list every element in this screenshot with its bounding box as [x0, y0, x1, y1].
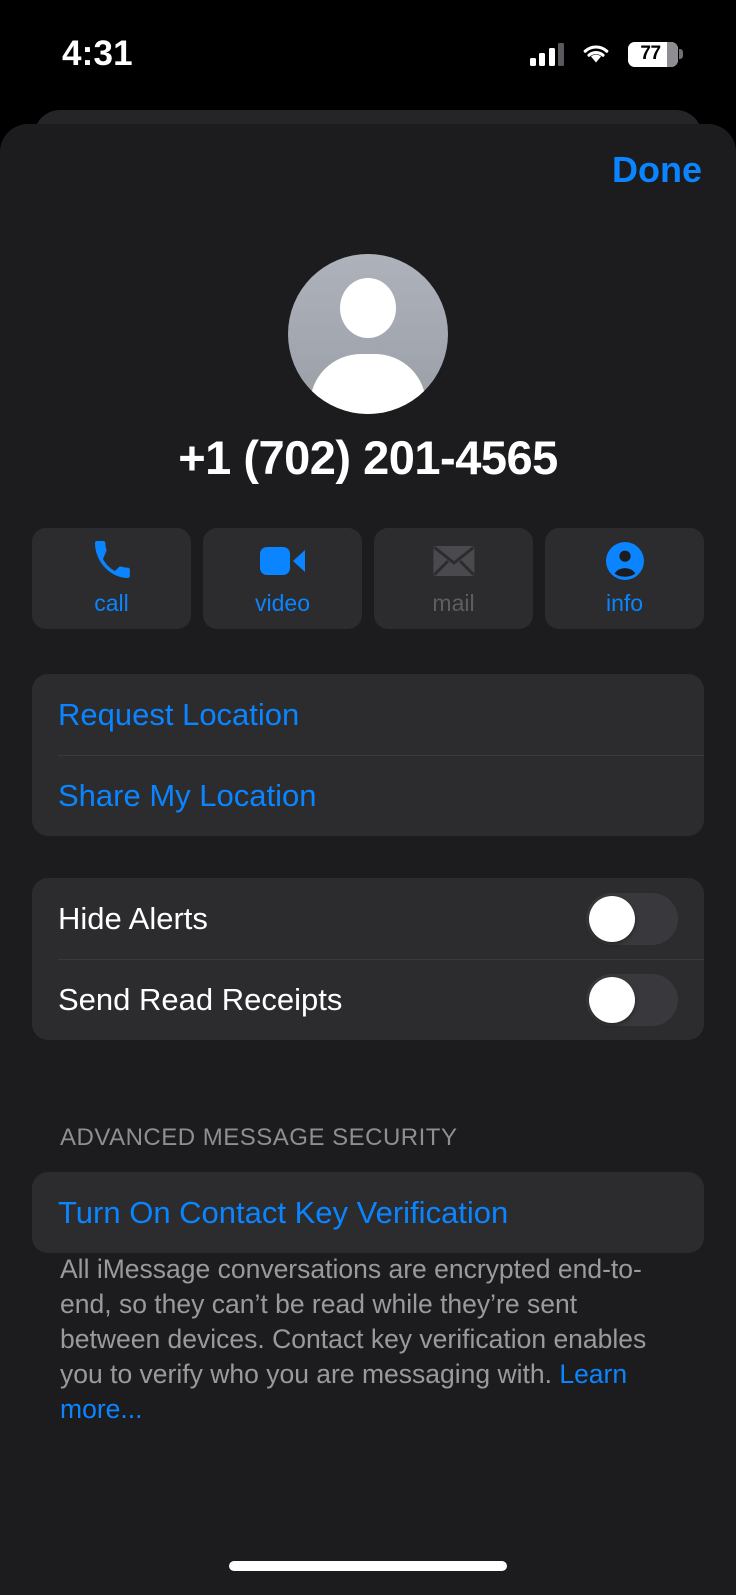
send-read-receipts-label: Send Read Receipts [58, 981, 343, 1017]
turn-on-contact-key-verification-label: Turn On Contact Key Verification [58, 1194, 509, 1230]
hide-alerts-toggle[interactable] [586, 892, 678, 945]
home-indicator[interactable] [229, 1561, 507, 1571]
share-my-location-row[interactable]: Share My Location [32, 755, 704, 836]
info-button-label: info [605, 590, 644, 616]
security-footnote: All iMessage conversations are encrypted… [60, 1252, 680, 1427]
status-bar-indicators: 77 [529, 41, 683, 67]
envelope-icon [432, 540, 476, 582]
send-read-receipts-toggle[interactable] [586, 973, 678, 1026]
contact-key-verification-card: Turn On Contact Key Verification [32, 1172, 704, 1253]
call-button[interactable]: call [32, 528, 191, 629]
contact-phone-number: +1 (702) 201-4565 [178, 431, 558, 484]
default-person-avatar-icon[interactable] [288, 254, 448, 414]
iphone-screen: 4:31 77 Done +1 (702) 201-4565 call vide… [0, 0, 736, 1595]
cellular-signal-icon [529, 42, 564, 66]
status-bar-time: 4:31 [62, 34, 133, 73]
status-bar: 4:31 77 [0, 0, 736, 104]
mail-button-label: mail [432, 590, 475, 616]
quick-actions-row: call video mail info [32, 528, 704, 629]
wifi-icon [580, 42, 612, 66]
video-button-label: video [255, 590, 310, 616]
location-card: Request Location Share My Location [32, 674, 704, 836]
sheet-top-bar: Done [0, 124, 736, 216]
share-my-location-label: Share My Location [58, 777, 317, 813]
done-button[interactable]: Done [612, 149, 702, 191]
send-read-receipts-row[interactable]: Send Read Receipts [32, 959, 704, 1040]
hide-alerts-row[interactable]: Hide Alerts [32, 878, 704, 959]
contact-details-sheet: Done +1 (702) 201-4565 call video mail i… [0, 124, 736, 1595]
request-location-label: Request Location [58, 696, 300, 732]
battery-percent-label: 77 [640, 43, 661, 64]
advanced-message-security-header: ADVANCED MESSAGE SECURITY [60, 1124, 458, 1151]
phone-icon [92, 540, 132, 582]
person-circle-icon [605, 540, 645, 582]
preferences-card: Hide Alerts Send Read Receipts [32, 878, 704, 1040]
hide-alerts-label: Hide Alerts [58, 900, 208, 936]
video-camera-icon [259, 540, 306, 582]
battery-icon: 77 [628, 41, 683, 67]
request-location-row[interactable]: Request Location [32, 674, 704, 755]
toggle-knob [589, 976, 635, 1023]
call-button-label: call [94, 590, 129, 616]
mail-button: mail [374, 528, 533, 629]
turn-on-contact-key-verification-row[interactable]: Turn On Contact Key Verification [32, 1172, 704, 1253]
video-button[interactable]: video [203, 528, 362, 629]
toggle-knob [589, 895, 635, 942]
contact-header: +1 (702) 201-4565 [0, 254, 736, 485]
info-button[interactable]: info [545, 528, 704, 629]
